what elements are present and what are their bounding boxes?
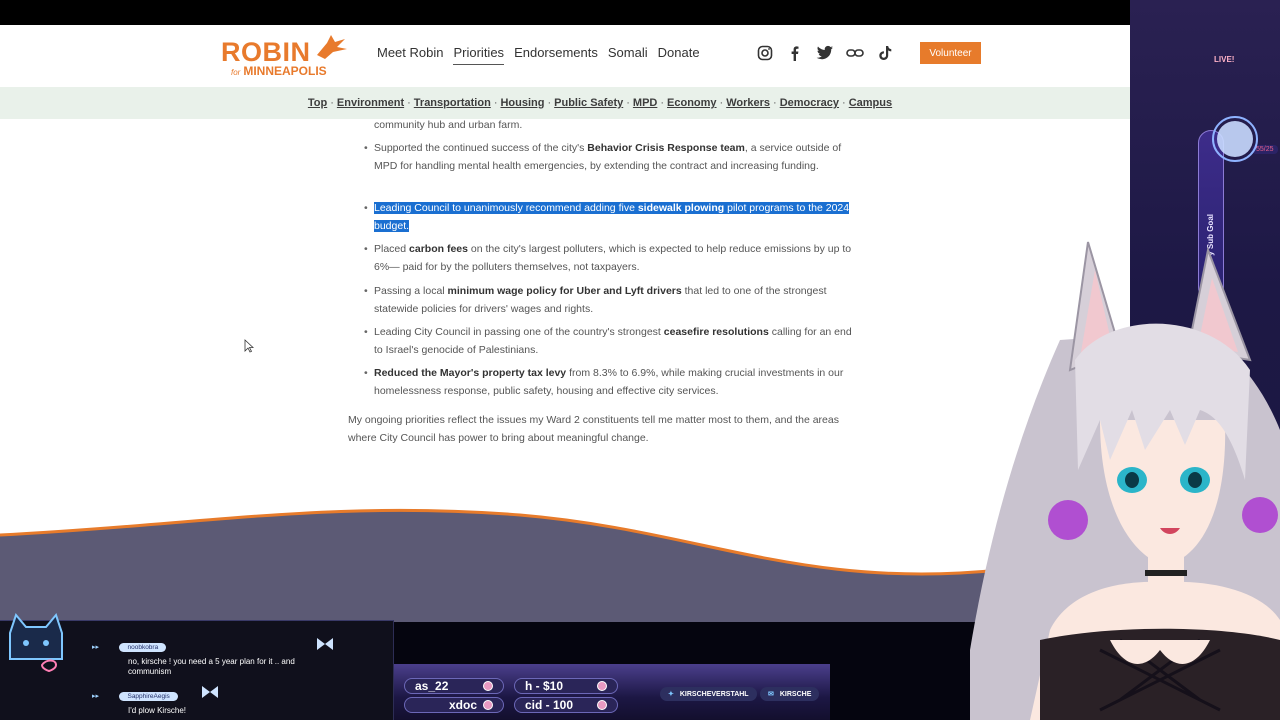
ticker-item: h - $10 bbox=[514, 678, 618, 694]
subnav-economy[interactable]: Economy bbox=[667, 97, 717, 109]
tiktok-icon[interactable] bbox=[876, 44, 894, 62]
instagram-icon[interactable] bbox=[756, 44, 774, 62]
ticker-item: xdoc bbox=[404, 697, 504, 713]
ticker-item: as_22 bbox=[404, 678, 504, 694]
facebook-icon[interactable] bbox=[786, 44, 804, 62]
twitch-icon: ✉ bbox=[768, 691, 774, 698]
subnav-mpd[interactable]: MPD bbox=[633, 97, 657, 109]
link-icon[interactable] bbox=[846, 44, 864, 62]
subnav-workers[interactable]: Workers bbox=[726, 97, 770, 109]
robin-logo[interactable]: ROBIN for MINNEAPOLIS bbox=[221, 33, 351, 79]
nav-somali[interactable]: Somali bbox=[608, 45, 648, 65]
subnav-environment[interactable]: Environment bbox=[337, 97, 404, 109]
nav-priorities[interactable]: Priorities bbox=[453, 45, 505, 65]
logo-sub: for MINNEAPOLIS bbox=[231, 64, 327, 78]
moon-orb-icon bbox=[1212, 116, 1258, 162]
top-black-strip bbox=[0, 0, 1280, 25]
twitter-handle: ✦ KIRSCHEVERSTAHL bbox=[660, 687, 757, 701]
twitch-handle: ✉ KIRSCHE bbox=[760, 687, 820, 701]
list-item: Leading City Council in passing one of t… bbox=[364, 323, 858, 359]
gem-icon bbox=[483, 681, 493, 691]
nav-endorsements[interactable]: Endorsements bbox=[514, 45, 598, 65]
stream-ticker: as_22 h - $10 xdoc cid - 100 ✦ KIRSCHEVER… bbox=[394, 664, 830, 720]
ticker-item: cid - 100 bbox=[514, 697, 618, 713]
mascot-cat-icon bbox=[9, 612, 63, 673]
bow-icon bbox=[317, 638, 333, 650]
nav-donate[interactable]: Donate bbox=[658, 45, 700, 65]
chat-username: noobkobra bbox=[119, 643, 167, 652]
chat-message: ▸▸ SapphireAegis I'd plow Kirsche! bbox=[92, 685, 372, 716]
gem-icon bbox=[597, 681, 607, 691]
subnav-public-safety[interactable]: Public Safety bbox=[554, 97, 623, 109]
gem-icon bbox=[483, 700, 493, 710]
chat-text: I'd plow Kirsche! bbox=[128, 706, 186, 715]
subnav-housing[interactable]: Housing bbox=[500, 97, 544, 109]
subnav-campus[interactable]: Campus bbox=[849, 97, 892, 109]
subnav-transportation[interactable]: Transportation bbox=[414, 97, 491, 109]
list-item-fragment: community hub and urban farm. bbox=[374, 119, 523, 131]
list-item: Placed carbon fees on the city's largest… bbox=[364, 240, 858, 276]
closing-paragraph: My ongoing priorities reflect the issues… bbox=[348, 414, 839, 444]
main-nav: Meet Robin Priorities Endorsements Somal… bbox=[377, 45, 710, 65]
list-item-highlighted: Leading Council to unanimously recommend… bbox=[364, 199, 858, 235]
nav-meet-robin[interactable]: Meet Robin bbox=[377, 45, 443, 65]
vtuber-avatar bbox=[970, 241, 1280, 720]
twitter-icon: ✦ bbox=[668, 691, 674, 698]
bird-icon bbox=[317, 35, 347, 59]
chat-text: no, kirsche ! you need a 5 year plan for… bbox=[128, 657, 295, 676]
twitter-icon[interactable] bbox=[816, 44, 834, 62]
subnav-democracy[interactable]: Democracy bbox=[780, 97, 839, 109]
live-label: LIVE! bbox=[1214, 55, 1235, 64]
site-header: ROBIN for MINNEAPOLIS Meet Robin Prioriti… bbox=[0, 25, 1280, 87]
subnav-top[interactable]: Top bbox=[308, 97, 327, 109]
list-item: Reduced the Mayor's property tax levy fr… bbox=[364, 364, 858, 400]
list-item: Passing a local minimum wage policy for … bbox=[364, 282, 858, 318]
mouse-cursor-icon bbox=[244, 339, 254, 353]
list-item: Supported the continued success of the c… bbox=[364, 139, 858, 175]
chat-username: SapphireAegis bbox=[119, 692, 178, 701]
gem-icon bbox=[597, 700, 607, 710]
social-links bbox=[756, 44, 894, 62]
volunteer-button[interactable]: Volunteer bbox=[920, 42, 981, 64]
bow-icon bbox=[202, 686, 218, 698]
priorities-subnav: Top · Environment · Transportation · Housin… bbox=[0, 87, 1280, 119]
